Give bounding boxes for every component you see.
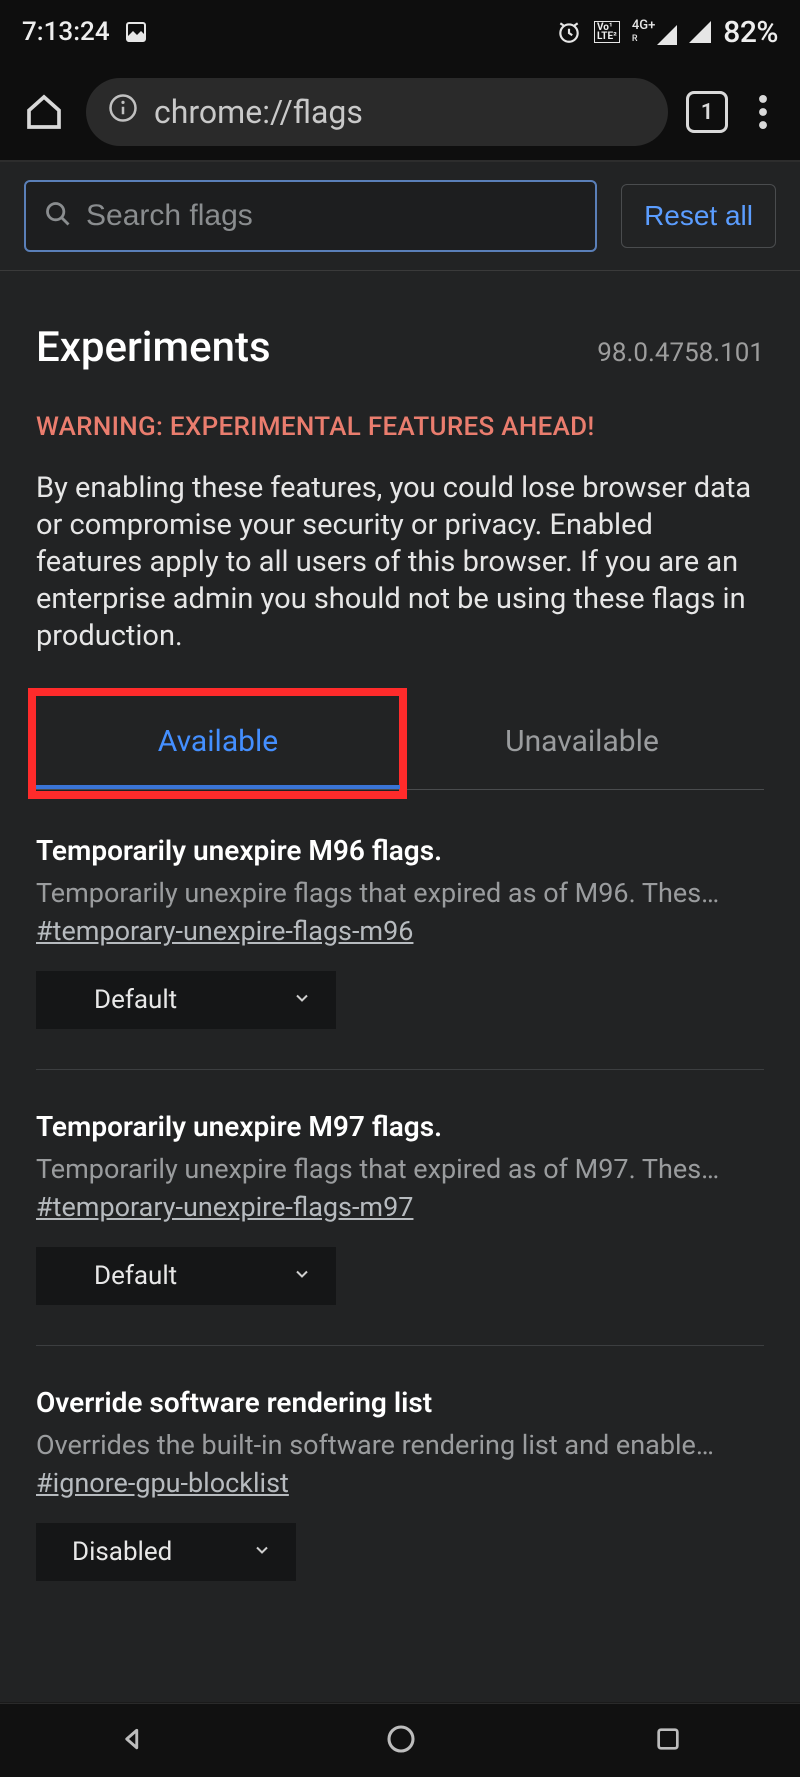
chevron-down-icon [252, 1537, 272, 1567]
chevron-down-icon [292, 1261, 312, 1291]
browser-toolbar: chrome://flags 1 [0, 64, 800, 162]
page-body: Reset all Experiments 98.0.4758.101 WARN… [0, 162, 800, 1702]
flags-list: Temporarily unexpire M96 flags. Temporar… [36, 790, 764, 1621]
signal-icon [689, 21, 711, 43]
tabs: Available Unavailable [36, 698, 764, 790]
search-row: Reset all [0, 162, 800, 271]
nav-recents-button[interactable] [654, 1725, 682, 1757]
flag-select[interactable]: Disabled [36, 1523, 296, 1581]
flag-select[interactable]: Default [36, 1247, 336, 1305]
flag-title: Temporarily unexpire M96 flags. [36, 834, 764, 867]
tab-indicator [36, 785, 400, 789]
flag-item: Temporarily unexpire M96 flags. Temporar… [36, 834, 764, 1070]
volte-icon: Vo¹LTE² [594, 21, 620, 43]
flag-title: Override software rendering list [36, 1386, 764, 1419]
flag-description: Temporarily unexpire flags that expired … [36, 1153, 764, 1185]
page-title: Experiments [36, 323, 271, 372]
image-icon [124, 20, 148, 44]
status-time: 7:13:24 [22, 17, 110, 47]
home-button[interactable] [20, 88, 68, 136]
flag-select-value: Default [94, 1261, 177, 1291]
flag-title: Temporarily unexpire M97 flags. [36, 1110, 764, 1143]
search-input[interactable] [86, 199, 577, 233]
chrome-version: 98.0.4758.101 [597, 338, 764, 368]
omnibox-url: chrome://flags [154, 93, 363, 131]
battery-percent: 82% [723, 15, 778, 50]
tabs-button[interactable]: 1 [686, 91, 728, 133]
tab-available[interactable]: Available [36, 698, 400, 789]
search-box[interactable] [24, 180, 597, 252]
overflow-menu-button[interactable] [746, 91, 780, 133]
reset-all-button[interactable]: Reset all [621, 184, 776, 248]
nav-back-button[interactable] [118, 1724, 148, 1758]
flag-hash-link[interactable]: #ignore-gpu-blocklist [36, 1467, 289, 1499]
system-navbar [0, 1703, 800, 1777]
tab-unavailable[interactable]: Unavailable [400, 698, 764, 789]
flag-description: Overrides the built-in software renderin… [36, 1429, 764, 1461]
info-icon [108, 93, 138, 131]
flag-item: Override software rendering list Overrid… [36, 1386, 764, 1621]
signal-4g-icon: 4G+R [632, 20, 677, 45]
warning-heading: WARNING: EXPERIMENTAL FEATURES AHEAD! [36, 412, 764, 442]
nav-home-button[interactable] [385, 1723, 417, 1759]
tab-count: 1 [701, 100, 714, 125]
warning-body: By enabling these features, you could lo… [36, 470, 764, 656]
flag-hash-link[interactable]: #temporary-unexpire-flags-m97 [36, 1191, 413, 1223]
search-icon [44, 200, 72, 232]
flag-description: Temporarily unexpire flags that expired … [36, 877, 764, 909]
flag-hash-link[interactable]: #temporary-unexpire-flags-m96 [36, 915, 413, 947]
flag-select-value: Disabled [72, 1537, 172, 1567]
flag-select[interactable]: Default [36, 971, 336, 1029]
flag-select-value: Default [94, 985, 177, 1015]
flag-item: Temporarily unexpire M97 flags. Temporar… [36, 1110, 764, 1346]
chevron-down-icon [292, 985, 312, 1015]
status-bar: 7:13:24 Vo¹LTE² 4G+R 82% [0, 0, 800, 64]
alarm-icon [556, 19, 582, 45]
omnibox[interactable]: chrome://flags [86, 78, 668, 146]
